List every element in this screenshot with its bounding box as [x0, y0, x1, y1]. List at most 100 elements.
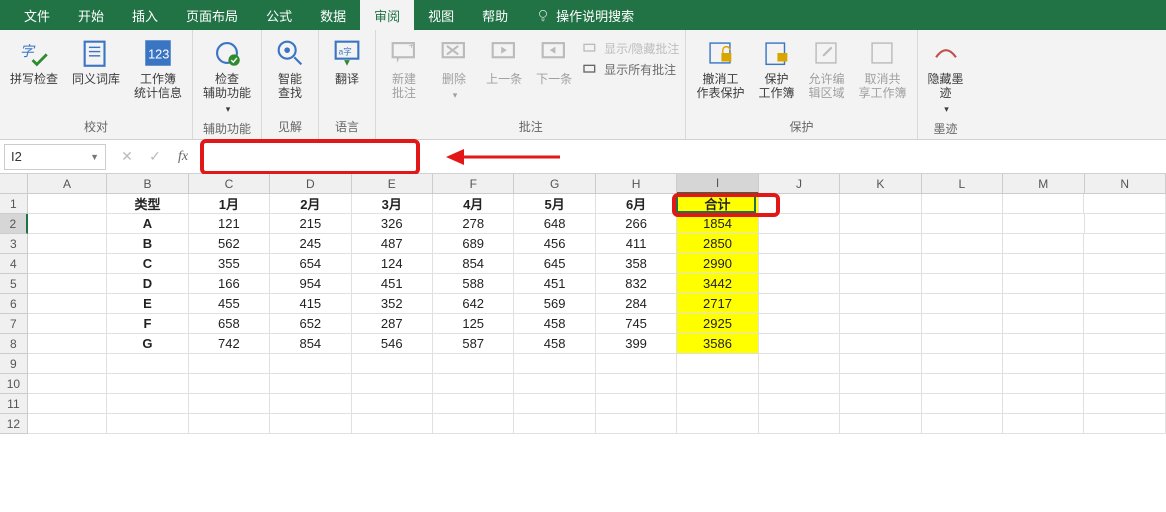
- cell[interactable]: [759, 294, 840, 314]
- cell[interactable]: [1003, 234, 1084, 254]
- row-header[interactable]: 11: [0, 394, 28, 414]
- cell[interactable]: [1003, 314, 1084, 334]
- cell[interactable]: 2850: [677, 234, 758, 254]
- cell[interactable]: 451: [514, 274, 595, 294]
- cell[interactable]: [1084, 254, 1165, 274]
- cell[interactable]: 399: [596, 334, 677, 354]
- cell[interactable]: 654: [270, 254, 351, 274]
- delete-comment-button[interactable]: 删除▾: [432, 34, 476, 104]
- col-header[interactable]: H: [596, 174, 677, 194]
- cell[interactable]: [28, 394, 107, 414]
- tell-me-search[interactable]: 操作说明搜索: [522, 0, 648, 30]
- cell[interactable]: [514, 414, 595, 434]
- cell[interactable]: [28, 374, 107, 394]
- cell[interactable]: 456: [514, 234, 595, 254]
- cell[interactable]: E: [107, 294, 188, 314]
- cell[interactable]: [189, 354, 270, 374]
- cell[interactable]: [677, 414, 758, 434]
- cell[interactable]: [922, 334, 1003, 354]
- cancel-formula-button[interactable]: ✕: [114, 144, 140, 170]
- cell[interactable]: [759, 274, 840, 294]
- cell[interactable]: [759, 314, 840, 334]
- cell[interactable]: B: [107, 234, 188, 254]
- cell[interactable]: 487: [352, 234, 433, 254]
- workbook-stats-button[interactable]: 123 工作簿 统计信息: [130, 34, 186, 102]
- cell[interactable]: [1085, 214, 1166, 234]
- col-header[interactable]: E: [352, 174, 433, 194]
- cell[interactable]: [840, 234, 921, 254]
- cell[interactable]: 4月: [433, 194, 514, 214]
- col-header[interactable]: K: [840, 174, 921, 194]
- cell[interactable]: 2月: [270, 194, 351, 214]
- thesaurus-button[interactable]: 同义词库: [68, 34, 124, 88]
- enter-formula-button[interactable]: ✓: [142, 144, 168, 170]
- cell[interactable]: 352: [352, 294, 433, 314]
- cell[interactable]: 546: [352, 334, 433, 354]
- tab-home[interactable]: 开始: [64, 0, 118, 30]
- cell[interactable]: 5月: [514, 194, 595, 214]
- cell[interactable]: 745: [596, 314, 677, 334]
- cell[interactable]: [840, 314, 921, 334]
- cell[interactable]: 287: [352, 314, 433, 334]
- cell[interactable]: 278: [433, 214, 514, 234]
- cell[interactable]: 215: [270, 214, 351, 234]
- tab-insert[interactable]: 插入: [118, 0, 172, 30]
- cell[interactable]: 642: [433, 294, 514, 314]
- cell[interactable]: D: [107, 274, 188, 294]
- tab-help[interactable]: 帮助: [468, 0, 522, 30]
- cell[interactable]: [28, 234, 107, 254]
- cell[interactable]: [840, 334, 921, 354]
- col-header[interactable]: C: [189, 174, 270, 194]
- cell[interactable]: [1003, 414, 1084, 434]
- col-header[interactable]: B: [107, 174, 188, 194]
- cell[interactable]: 458: [514, 314, 595, 334]
- cell[interactable]: [759, 414, 840, 434]
- cell[interactable]: 284: [596, 294, 677, 314]
- cell[interactable]: C: [107, 254, 188, 274]
- cell[interactable]: [1003, 294, 1084, 314]
- row-header[interactable]: 3: [0, 234, 28, 254]
- cell[interactable]: 245: [270, 234, 351, 254]
- smart-lookup-button[interactable]: 智能 查找: [268, 34, 312, 102]
- cell[interactable]: [270, 394, 351, 414]
- cell[interactable]: [1003, 214, 1084, 234]
- cell[interactable]: 689: [433, 234, 514, 254]
- tab-page-layout[interactable]: 页面布局: [172, 0, 252, 30]
- cell[interactable]: [189, 394, 270, 414]
- cell[interactable]: 3586: [677, 334, 758, 354]
- cell[interactable]: [1084, 394, 1165, 414]
- col-header[interactable]: N: [1085, 174, 1166, 194]
- cell[interactable]: [840, 254, 921, 274]
- cell[interactable]: [433, 414, 514, 434]
- col-header[interactable]: I: [677, 174, 758, 194]
- cell[interactable]: 124: [352, 254, 433, 274]
- cell[interactable]: [514, 374, 595, 394]
- cell[interactable]: 3月: [352, 194, 433, 214]
- cell[interactable]: [922, 234, 1003, 254]
- cell[interactable]: [28, 354, 107, 374]
- cell[interactable]: [1084, 294, 1165, 314]
- show-all-comments-button[interactable]: 显示所有批注: [582, 61, 679, 78]
- cell[interactable]: [514, 354, 595, 374]
- cell[interactable]: 3442: [677, 274, 758, 294]
- cell[interactable]: [28, 334, 107, 354]
- cell[interactable]: [1003, 274, 1084, 294]
- cell[interactable]: [596, 354, 677, 374]
- unshare-workbook-button[interactable]: 取消共 享工作簿: [854, 34, 910, 102]
- cell[interactable]: [107, 374, 188, 394]
- cell[interactable]: 121: [189, 214, 270, 234]
- cell[interactable]: 358: [596, 254, 677, 274]
- cell[interactable]: [352, 354, 433, 374]
- cell[interactable]: 类型: [107, 194, 188, 214]
- tab-data[interactable]: 数据: [306, 0, 360, 30]
- cell[interactable]: [840, 374, 921, 394]
- tab-review[interactable]: 审阅: [360, 0, 414, 30]
- cell[interactable]: [922, 214, 1003, 234]
- cell[interactable]: [840, 354, 921, 374]
- cell[interactable]: 562: [189, 234, 270, 254]
- spreadsheet-grid[interactable]: A B C D E F G H I J K L M N 1类型1月2月3月4月5…: [0, 174, 1166, 434]
- cell[interactable]: 587: [433, 334, 514, 354]
- check-accessibility-button[interactable]: 检查 辅助功能▾: [199, 34, 255, 118]
- cell[interactable]: [840, 274, 921, 294]
- row-header[interactable]: 8: [0, 334, 28, 354]
